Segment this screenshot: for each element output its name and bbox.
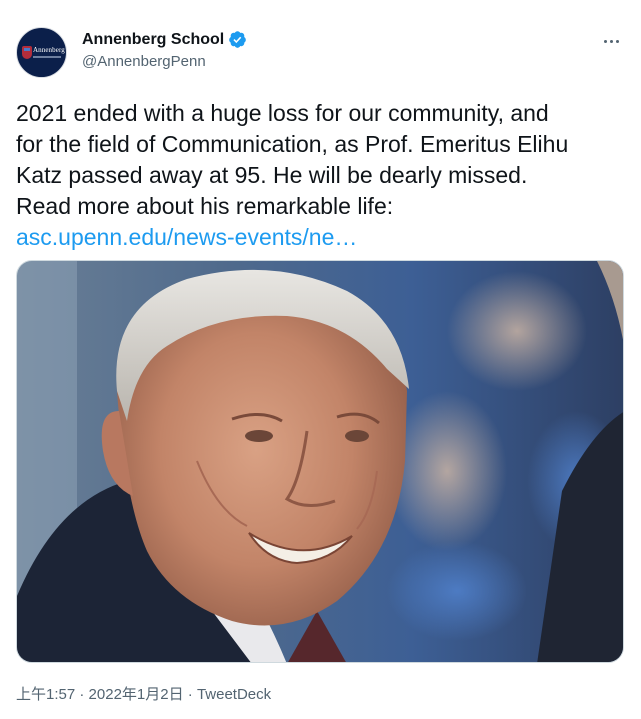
tweet-time: 上午1:57 <box>16 686 76 703</box>
article-link[interactable]: asc.upenn.edu/news-events/ne… <box>16 224 357 250</box>
more-dot <box>609 39 613 43</box>
tweet-photo[interactable] <box>16 260 624 663</box>
avatar-logo-rule <box>33 56 61 58</box>
author-name-row: Annenberg School <box>82 30 247 49</box>
tweet-line: 2021 ended with a huge loss for our comm… <box>16 100 549 126</box>
author-handle[interactable]: @AnnenbergPenn <box>82 53 206 70</box>
tweet-text: 2021 ended with a huge loss for our comm… <box>16 98 628 253</box>
tweet-date: 2022年1月2日 <box>88 686 184 703</box>
penn-crest-icon <box>22 46 32 59</box>
more-options-icon[interactable] <box>596 30 626 52</box>
avatar[interactable]: Annenberg <box>16 27 67 78</box>
photo-elderly-man-smiling <box>17 261 623 662</box>
meta-separator: · <box>75 686 89 703</box>
meta-separator: · <box>183 686 197 703</box>
tweet-line: Read more about his remarkable life: <box>16 193 394 219</box>
more-dot <box>615 39 619 43</box>
verified-badge-icon <box>229 31 247 48</box>
tweet-line: Katz passed away at 95. He will be dearl… <box>16 162 528 188</box>
avatar-logo-text: Annenberg <box>33 46 65 54</box>
more-dot <box>603 39 607 43</box>
tweet-timestamp[interactable]: 上午1:57 · 2022年1月2日 · TweetDeck <box>16 683 271 704</box>
tweet-source[interactable]: TweetDeck <box>197 686 271 703</box>
tweet-line: for the field of Communication, as Prof.… <box>16 131 569 157</box>
author-display-name[interactable]: Annenberg School <box>82 31 224 49</box>
tweet-card: Annenberg Annenberg School @AnnenbergPen… <box>0 0 641 719</box>
